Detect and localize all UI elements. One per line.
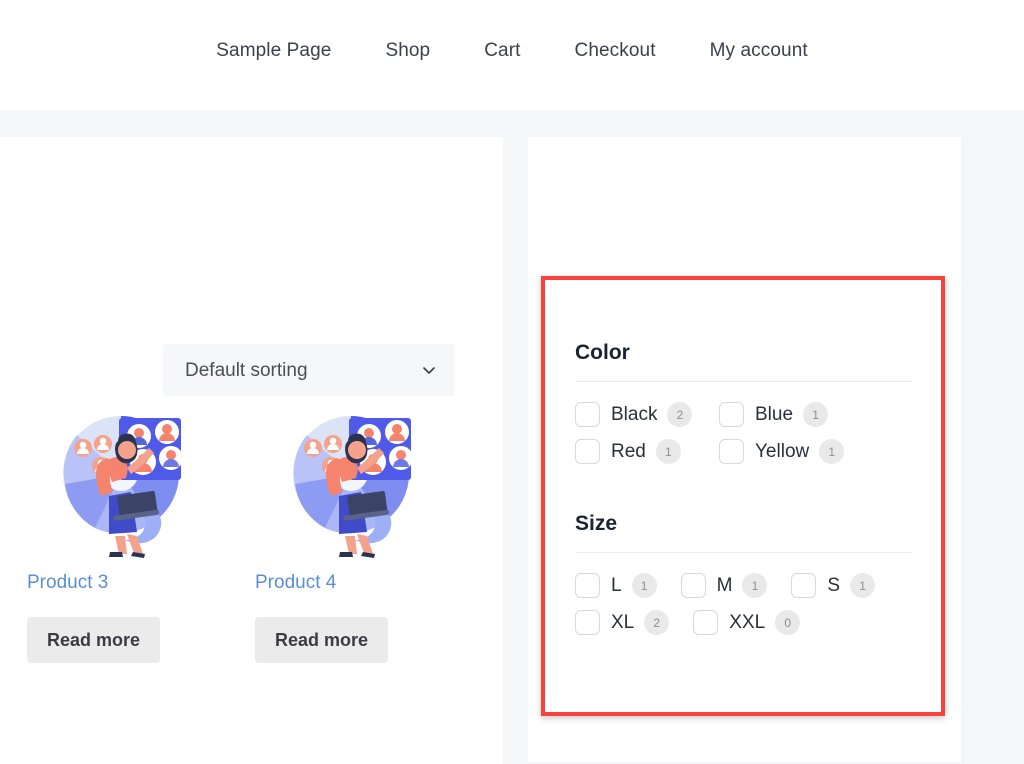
filter-option-black[interactable]: Black 2 [575, 396, 719, 433]
checkbox-icon[interactable] [719, 439, 744, 464]
sorting-row: Default sorting [0, 137, 503, 396]
filter-option-red[interactable]: Red 1 [575, 433, 719, 470]
filter-option-xl[interactable]: XL 2 [575, 604, 670, 641]
product-image [47, 400, 195, 558]
checkbox-icon[interactable] [575, 610, 600, 635]
read-more-button[interactable]: Read more [255, 616, 389, 663]
filter-option-label: S [827, 575, 841, 596]
filter-option-l[interactable]: L 1 [575, 567, 657, 604]
chevron-down-icon [422, 363, 436, 377]
filter-option-label: Black [611, 404, 658, 425]
filter-divider [575, 552, 913, 553]
nav-cart[interactable]: Cart [482, 37, 522, 64]
filter-group-color: Color Black 2 Blue 1 Red 1 Yellow 1 [575, 342, 913, 470]
checkbox-icon[interactable] [719, 402, 744, 427]
product-image [277, 400, 425, 558]
filter-option-label: M [716, 575, 733, 596]
filter-sidebar-card: Color Black 2 Blue 1 Red 1 Yellow 1 Size… [528, 137, 961, 762]
filter-option-count: 0 [775, 610, 801, 635]
product-card: Product 4 Read more [230, 400, 460, 663]
product-title-link[interactable]: Product 3 [27, 572, 230, 595]
filter-option-count: 1 [850, 573, 876, 598]
filter-option-count: 1 [631, 573, 657, 598]
checkbox-icon[interactable] [791, 573, 817, 598]
filter-option-label: Red [611, 441, 646, 462]
filter-option-blue[interactable]: Blue 1 [719, 396, 863, 433]
page-body: Default sorting Product 3 Read more Prod… [0, 110, 1024, 764]
product-card: Product 3 Read more [0, 400, 230, 663]
filter-options-size: L 1 M 1 S 1 XL 2 XXL 0 [575, 567, 913, 641]
filter-option-label: Yellow [755, 441, 810, 462]
checkbox-icon[interactable] [575, 573, 600, 598]
checkbox-icon[interactable] [680, 573, 706, 598]
filter-options-color: Black 2 Blue 1 Red 1 Yellow 1 [575, 396, 913, 470]
filter-heading-size: Size [575, 512, 618, 535]
sorting-select[interactable]: Default sorting [163, 344, 454, 396]
filter-option-count: 1 [819, 439, 845, 464]
filter-option-m[interactable]: M 1 [680, 567, 768, 604]
filter-widget: Color Black 2 Blue 1 Red 1 Yellow 1 Size… [545, 280, 941, 712]
main-navigation: Sample Page Shop Cart Checkout My accoun… [0, 0, 1024, 101]
checkbox-icon[interactable] [693, 610, 719, 635]
checkbox-icon[interactable] [575, 402, 600, 427]
nav-sample-page[interactable]: Sample Page [214, 37, 333, 64]
site-header: Sample Page Shop Cart Checkout My accoun… [0, 0, 1024, 110]
nav-my-account[interactable]: My account [708, 37, 810, 64]
filter-group-size: Size L 1 M 1 S 1 XL 2 XXL 0 [575, 513, 913, 641]
filter-option-yellow[interactable]: Yellow 1 [719, 433, 863, 470]
checkbox-icon[interactable] [575, 439, 600, 464]
filter-option-label: L [611, 575, 622, 596]
filter-option-xxl[interactable]: XXL 0 [693, 604, 801, 641]
filter-option-label: XL [611, 612, 635, 633]
nav-shop[interactable]: Shop [383, 37, 432, 64]
read-more-button[interactable]: Read more [27, 616, 161, 663]
filter-widget-highlight: Color Black 2 Blue 1 Red 1 Yellow 1 Size… [541, 276, 945, 716]
nav-checkout[interactable]: Checkout [573, 37, 658, 64]
filter-divider [575, 381, 913, 382]
product-listing-column: Default sorting Product 3 Read more Prod… [0, 137, 503, 764]
filter-option-count: 1 [803, 402, 829, 427]
filter-option-label: XXL [729, 612, 766, 633]
filter-option-count: 2 [644, 610, 670, 635]
filter-option-count: 1 [655, 439, 681, 464]
filter-option-s[interactable]: S 1 [791, 567, 876, 604]
product-title-link[interactable]: Product 4 [255, 572, 460, 595]
filter-heading-color: Color [575, 341, 630, 364]
sorting-select-value: Default sorting [185, 359, 308, 381]
products-grid: Product 3 Read more Product 4 Read more [0, 400, 503, 663]
filter-option-count: 1 [742, 573, 768, 598]
filter-option-count: 2 [667, 402, 693, 427]
filter-option-label: Blue [755, 404, 794, 425]
